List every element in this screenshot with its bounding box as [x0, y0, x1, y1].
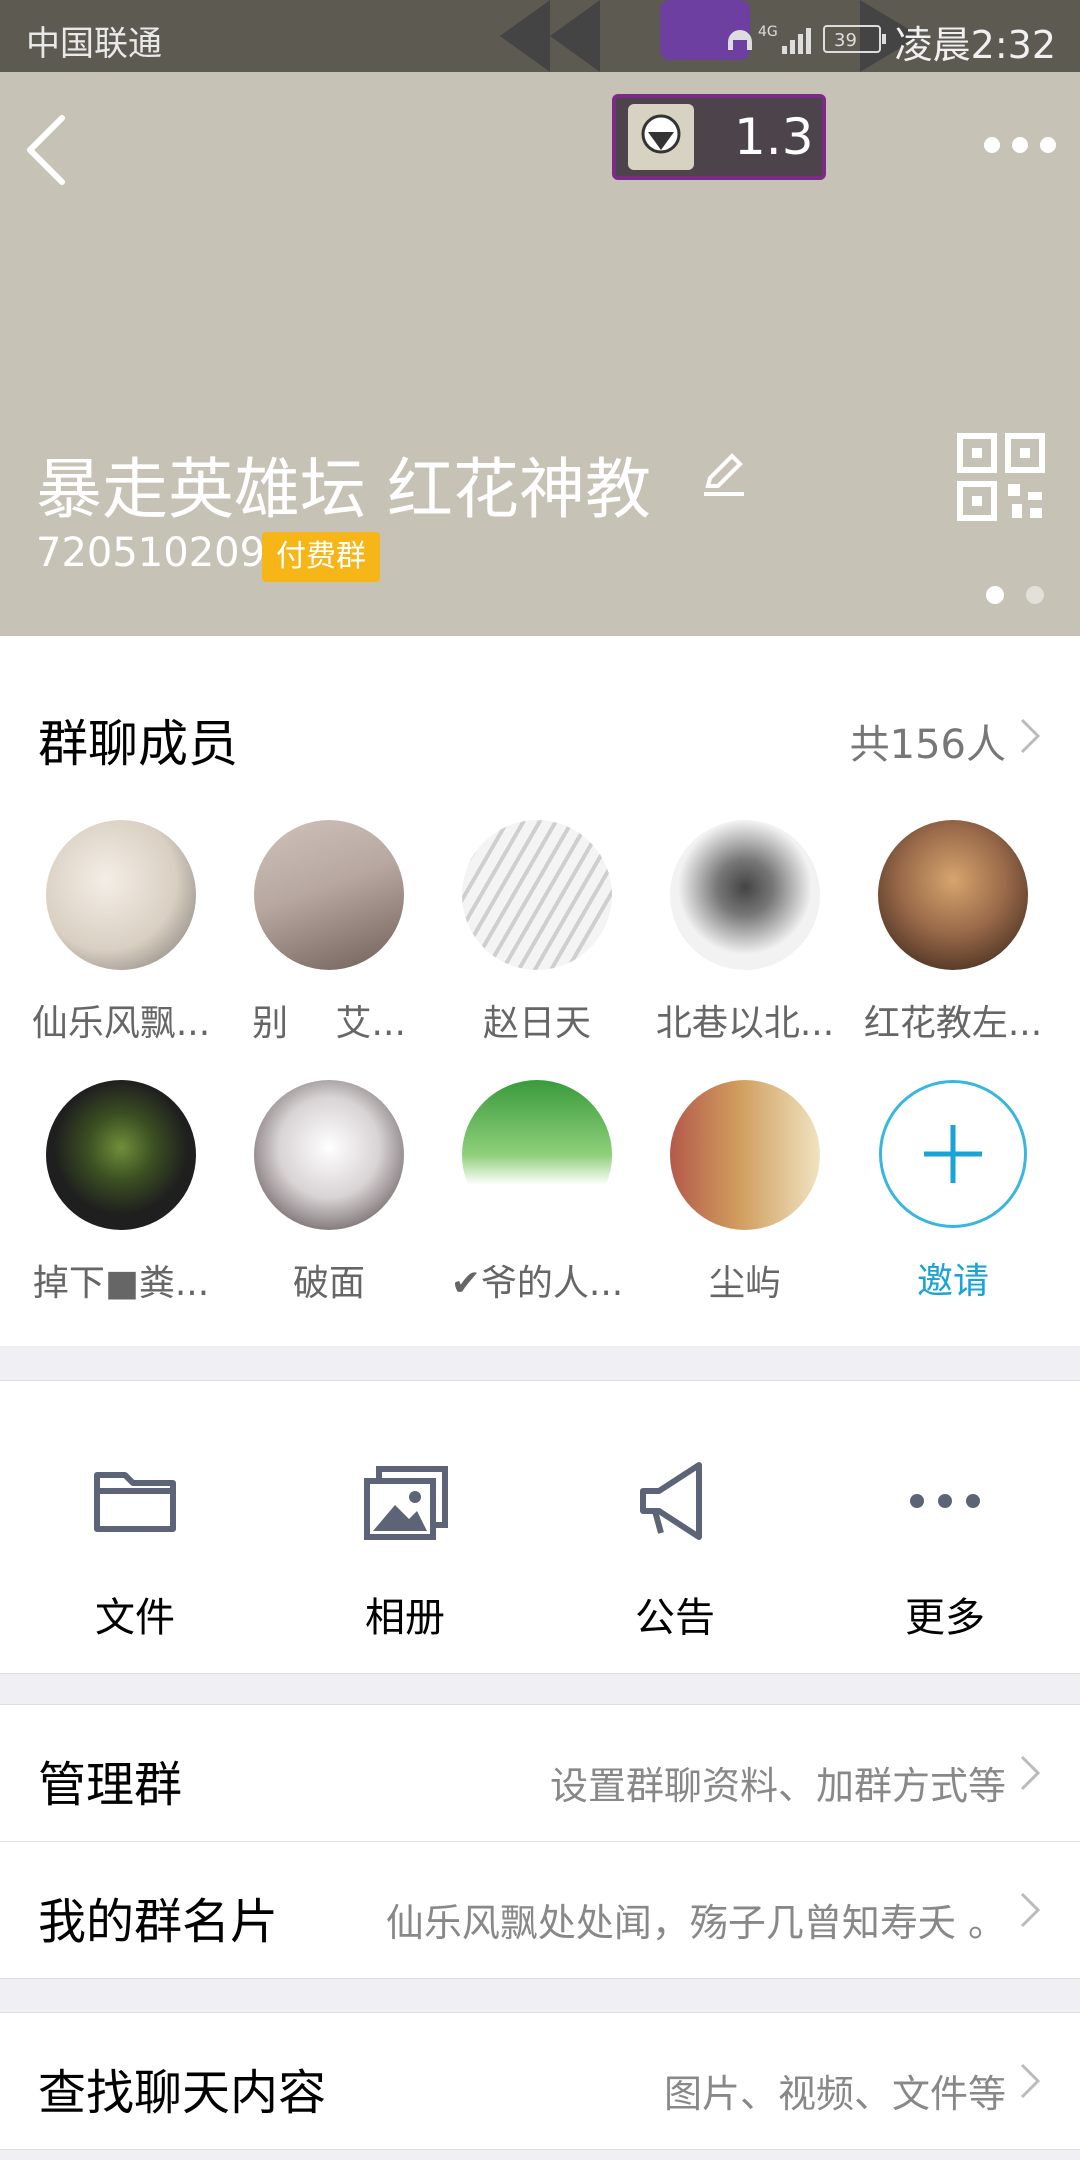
page-indicator [986, 586, 1046, 606]
member-item[interactable]: 红花教左... [850, 820, 1056, 1046]
avatar [878, 820, 1028, 970]
member-item[interactable]: 赵日天 [434, 820, 640, 1046]
invite-button[interactable]: 邀请 [850, 1080, 1056, 1304]
action-album[interactable]: 相册 [270, 1381, 540, 1673]
more-options-icon[interactable] [982, 130, 1058, 160]
svg-text:39: 39 [834, 30, 857, 51]
member-count[interactable]: 共156人 [850, 712, 1006, 770]
member-name: 尘屿 [708, 1263, 781, 1304]
add-icon[interactable] [879, 1080, 1027, 1228]
action-label: 公告 [635, 1595, 715, 1641]
members-card: 群聊成员 共156人 仙乐风飘... 别 艾... 赵日天 北巷以北... 红花… [0, 636, 1080, 1346]
avatar [254, 1080, 404, 1230]
action-files[interactable]: 文件 [0, 1381, 270, 1673]
chevron-right-icon [1020, 1755, 1041, 1791]
group-id: 720510209 [36, 530, 266, 576]
search-list: 查找聊天内容 图片、视频、文件等 [0, 2012, 1080, 2150]
chevron-right-icon [1020, 1892, 1041, 1928]
member-name: 破面 [292, 1263, 365, 1304]
action-label: 更多 [905, 1595, 985, 1641]
level-value: 1.3 [734, 108, 814, 166]
member-item[interactable]: 北巷以北... [642, 820, 848, 1046]
qr-code-icon[interactable] [956, 432, 1046, 522]
member-item[interactable]: ✔爷的人... [434, 1080, 640, 1306]
member-name: ✔爷的人... [450, 1263, 624, 1304]
member-item[interactable]: 破面 [226, 1080, 432, 1306]
page-dot-active [986, 586, 1004, 604]
member-name: 红花教左... [863, 1003, 1043, 1044]
action-announcement[interactable]: 公告 [540, 1381, 810, 1673]
action-label: 相册 [365, 1595, 445, 1641]
folder-icon [94, 1472, 176, 1532]
member-name: 别 艾... [252, 1003, 406, 1044]
chevron-right-icon[interactable] [1018, 716, 1042, 756]
member-item[interactable]: 别 艾... [226, 820, 432, 1046]
avatar [670, 1080, 820, 1230]
avatar [46, 1080, 196, 1230]
avatar [462, 820, 612, 970]
action-label: 文件 [95, 1595, 175, 1641]
member-item[interactable]: 尘屿 [642, 1080, 848, 1306]
members-title: 群聊成员 [38, 715, 238, 773]
member-name: 赵日天 [482, 1003, 591, 1044]
megaphone-icon [640, 1462, 702, 1540]
member-item[interactable]: 掉下■粪... [18, 1080, 224, 1306]
member-name: 仙乐风飘... [31, 1003, 211, 1044]
avatar [46, 820, 196, 970]
quick-actions: 文件 相册 公告 更多 [0, 1380, 1080, 1674]
level-badge[interactable]: 1.3 [612, 94, 826, 180]
row-group-card[interactable]: 我的群名片 仙乐风飘处处闻，殇子几曾知寿夭 。 [0, 1841, 1080, 1978]
row-value: 图片、视频、文件等 [663, 2072, 1006, 2116]
group-name: 暴走英雄坛 红花神教 [36, 451, 651, 528]
group-header: 中国联通 4G 39 凌晨2:32 1.3 暴走英雄坛 红花神教 7205102… [0, 0, 1080, 636]
row-label: 我的群名片 [38, 1894, 279, 1950]
paid-group-badge: 付费群 [262, 532, 380, 582]
back-icon[interactable] [20, 110, 76, 190]
avatar [670, 820, 820, 970]
action-more[interactable]: 更多 [810, 1381, 1080, 1673]
status-bar: 中国联通 4G 39 凌晨2:32 [0, 0, 1080, 72]
album-icon [364, 1466, 448, 1540]
invite-label: 邀请 [916, 1261, 989, 1302]
page-dot [1026, 586, 1044, 604]
row-label: 查找聊天内容 [38, 2065, 327, 2121]
row-search-history[interactable]: 查找聊天内容 图片、视频、文件等 [0, 2013, 1080, 2149]
row-value: 设置群聊资料、加群方式等 [549, 1764, 1006, 1808]
level-avatar-icon [628, 104, 694, 170]
avatar [254, 820, 404, 970]
edit-icon[interactable] [700, 448, 750, 498]
status-icons: 4G 39 [728, 24, 886, 54]
carrier-label: 中国联通 [26, 24, 162, 64]
chevron-right-icon [1020, 2063, 1041, 2099]
member-item[interactable]: 仙乐风飘... [18, 820, 224, 1046]
row-value: 仙乐风飘处处闻，殇子几曾知寿夭 。 [385, 1901, 1006, 1945]
avatar [462, 1080, 612, 1230]
member-name: 北巷以北... [655, 1003, 835, 1044]
row-manage-group[interactable]: 管理群 设置群聊资料、加群方式等 [0, 1705, 1080, 1841]
member-name: 掉下■粪... [32, 1263, 210, 1304]
clock: 凌晨2:32 [894, 23, 1056, 67]
settings-list: 管理群 设置群聊资料、加群方式等 我的群名片 仙乐风飘处处闻，殇子几曾知寿夭 。 [0, 1704, 1080, 1979]
svg-text:4G: 4G [758, 24, 778, 40]
row-label: 管理群 [38, 1757, 183, 1813]
more-icon [910, 1494, 980, 1508]
